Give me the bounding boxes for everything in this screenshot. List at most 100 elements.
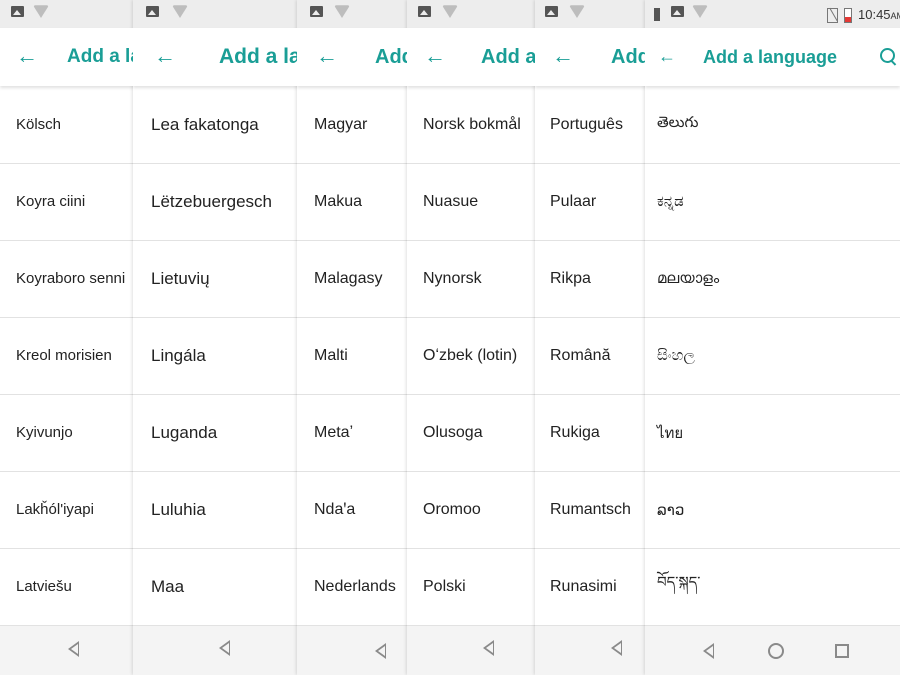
language-item[interactable]: తెలుగు (645, 86, 900, 164)
language-label: Luganda (151, 422, 218, 442)
language-label: Koyraboro senni (16, 270, 126, 287)
language-item[interactable]: Rumantsch (535, 471, 645, 549)
language-item[interactable]: Koyra ciini (0, 163, 133, 241)
search-icon[interactable] (880, 48, 895, 63)
language-item[interactable]: Rikpa (535, 240, 645, 318)
language-item[interactable]: Lea fakatonga (133, 86, 297, 164)
page-title: Add a language (703, 47, 838, 67)
arrow-left-icon[interactable]: ← (153, 28, 177, 86)
nav-bar (535, 626, 645, 675)
circle-home-icon[interactable] (768, 643, 784, 659)
language-label: Malagasy (314, 269, 383, 287)
image-notification-icon (146, 6, 159, 17)
page-title: Add a language (481, 46, 535, 68)
app-bar: ← Add a language (407, 28, 535, 86)
image-notification-icon (310, 6, 323, 17)
image-notification-icon (418, 6, 431, 17)
arrow-left-icon[interactable]: ← (315, 28, 339, 86)
language-item[interactable]: Malti (297, 317, 407, 395)
battery-saver-icon (654, 8, 660, 21)
triangle-back-icon[interactable] (375, 643, 386, 659)
screen-strip-6: ? 10:45AM ← Add a language తెలుగు ಕನ್ನಡ … (645, 0, 900, 675)
language-label: Kyivunjo (16, 424, 73, 441)
language-item[interactable]: Norsk bokmål (407, 86, 535, 164)
language-item[interactable]: Makua (297, 163, 407, 241)
triangle-back-icon[interactable] (219, 640, 230, 656)
language-item[interactable]: Lakȟól'iyapi (0, 471, 133, 549)
language-label: Pulaar (550, 192, 597, 210)
arrow-left-icon[interactable]: ← (655, 28, 679, 86)
status-time: 10:45AM (858, 7, 900, 22)
page-title: Add a language (375, 46, 407, 68)
square-recents-icon[interactable] (835, 644, 849, 658)
language-item[interactable]: Ndaꞌa (297, 471, 407, 549)
language-item[interactable]: Oʻzbek (lotin) (407, 317, 535, 395)
language-label: Ndaꞌa (314, 500, 356, 518)
status-bar: ? (407, 0, 535, 28)
status-time-ampm: AM (890, 11, 900, 21)
nav-bar (0, 626, 133, 675)
language-item[interactable]: ಕನ್ನಡ (645, 163, 900, 241)
no-sim-icon (827, 8, 838, 23)
image-notification-icon (545, 6, 558, 17)
language-label: Rumantsch (550, 500, 631, 518)
language-item[interactable]: Nederlands (297, 548, 407, 626)
status-bar: ? (535, 0, 645, 28)
language-item[interactable]: Português (535, 86, 645, 164)
screen-strip-3: ? ← Add a language Magyar Makua Malagasy… (297, 0, 407, 675)
app-bar: ← Add a language (535, 28, 645, 86)
language-item[interactable]: Lëtzebuergesch (133, 163, 297, 241)
arrow-left-icon[interactable]: ← (551, 28, 575, 86)
language-item[interactable]: Oromoo (407, 471, 535, 549)
language-item[interactable]: Latviešu (0, 548, 133, 626)
wifi-icon: ? (334, 5, 350, 18)
triangle-back-icon[interactable] (703, 643, 714, 659)
app-bar: ← Add a language (0, 28, 133, 86)
triangle-back-icon[interactable] (611, 640, 622, 656)
language-item[interactable]: Kölsch (0, 86, 133, 164)
language-item[interactable]: Lingála (133, 317, 297, 395)
language-label: Lietuvių (151, 268, 210, 288)
language-item[interactable]: සිංහල (645, 317, 900, 395)
language-label: Maa (151, 576, 185, 596)
language-item[interactable]: Română (535, 317, 645, 395)
language-item[interactable]: ไทย (645, 394, 900, 472)
language-item[interactable]: Malagasy (297, 240, 407, 318)
screen-strip-4: ? ← Add a language Norsk bokmål Nuasue N… (407, 0, 535, 675)
language-item[interactable]: Runasimi (535, 548, 645, 626)
triangle-back-icon[interactable] (483, 640, 494, 656)
language-label: Magyar (314, 115, 368, 133)
app-bar: ← Add a language (645, 28, 900, 86)
language-item[interactable]: Lietuvių (133, 240, 297, 318)
wifi-icon: ? (33, 5, 49, 18)
language-item[interactable]: Polski (407, 548, 535, 626)
language-label: Nuasue (423, 192, 479, 210)
language-label: Kreol morisien (16, 347, 112, 364)
language-item[interactable]: Luluhia (133, 471, 297, 549)
status-bar: ? 10:45AM (645, 0, 900, 28)
language-item[interactable]: Kyivunjo (0, 394, 133, 472)
language-item[interactable]: Rukiga (535, 394, 645, 472)
language-item[interactable]: Pulaar (535, 163, 645, 241)
status-bar: ? (133, 0, 297, 28)
language-item[interactable]: Olusoga (407, 394, 535, 472)
language-item[interactable]: ລາວ (645, 471, 900, 549)
language-item[interactable]: Kreol morisien (0, 317, 133, 395)
language-label: Oromoo (423, 500, 481, 518)
language-label: Português (550, 115, 623, 133)
page-title: Add a language (611, 46, 645, 68)
triangle-back-icon[interactable] (68, 641, 79, 657)
language-label: ಕನ್ನಡ (657, 193, 684, 210)
language-item[interactable]: Koyraboro senni (0, 240, 133, 318)
arrow-left-icon[interactable]: ← (15, 28, 39, 86)
language-item[interactable]: Metaʼ (297, 394, 407, 472)
language-item[interactable]: Nuasue (407, 163, 535, 241)
language-item[interactable]: മലയാളം (645, 240, 900, 318)
language-item[interactable]: བོད་སྐད་ (645, 548, 900, 626)
language-item[interactable]: Nynorsk (407, 240, 535, 318)
language-item[interactable]: Luganda (133, 394, 297, 472)
wifi-icon: ? (692, 5, 708, 18)
arrow-left-icon[interactable]: ← (423, 28, 447, 86)
language-item[interactable]: Magyar (297, 86, 407, 164)
language-item[interactable]: Maa (133, 548, 297, 626)
